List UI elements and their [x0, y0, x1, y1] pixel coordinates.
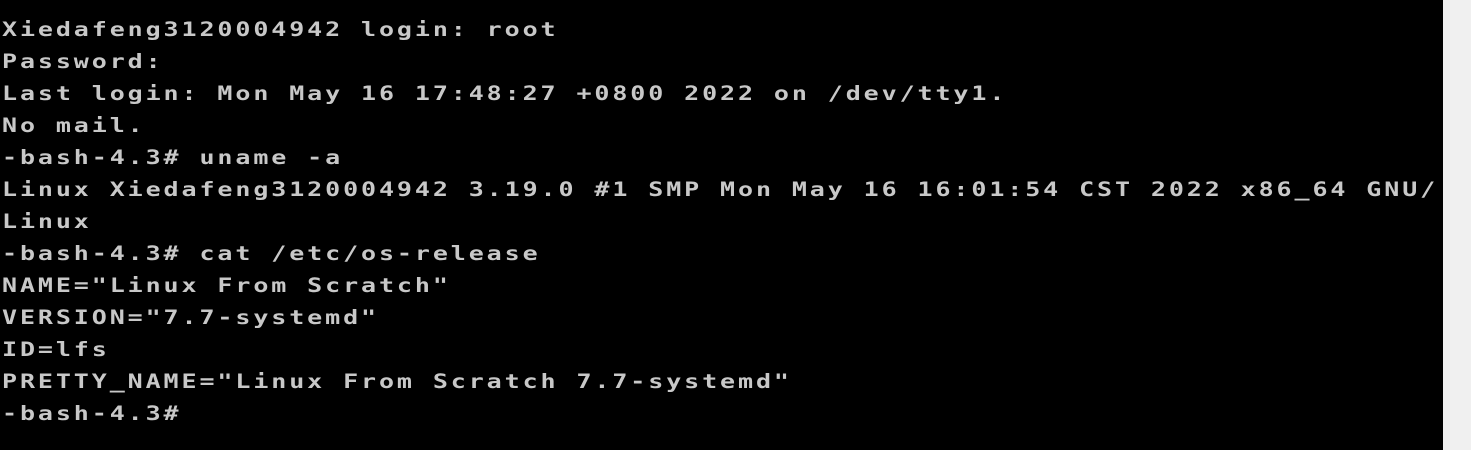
- console-line-current-prompt[interactable]: -bash-4.3#: [2, 402, 1438, 427]
- console-line-os-version: VERSION="7.7-systemd": [2, 306, 379, 329]
- console-line-uname-output: Linux Xiedafeng3120004942 3.19.0 #1 SMP …: [2, 178, 1439, 201]
- console-line-os-id: ID=lfs: [2, 338, 110, 361]
- window: Xiedafeng3120004942 login: root Password…: [0, 0, 1471, 450]
- console-line-login: Xiedafeng3120004942 login: root: [2, 18, 559, 41]
- console-line-uname-output-wrap: Linux: [2, 210, 92, 233]
- console-line-command-uname: -bash-4.3# uname -a: [2, 146, 344, 169]
- tty-console[interactable]: Xiedafeng3120004942 login: root Password…: [0, 0, 1443, 450]
- console-line-os-name: NAME="Linux From Scratch": [2, 274, 451, 297]
- console-line-command-cat: -bash-4.3# cat /etc/os-release: [2, 242, 541, 265]
- console-line-last-login: Last login: Mon May 16 17:48:27 +0800 20…: [2, 82, 1008, 105]
- console-line-password: Password:: [2, 50, 164, 73]
- console-line-os-pretty-name: PRETTY_NAME="Linux From Scratch 7.7-syst…: [2, 370, 792, 393]
- console-line-mail: No mail.: [2, 114, 146, 137]
- console-output: Xiedafeng3120004942 login: root Password…: [2, 14, 1438, 430]
